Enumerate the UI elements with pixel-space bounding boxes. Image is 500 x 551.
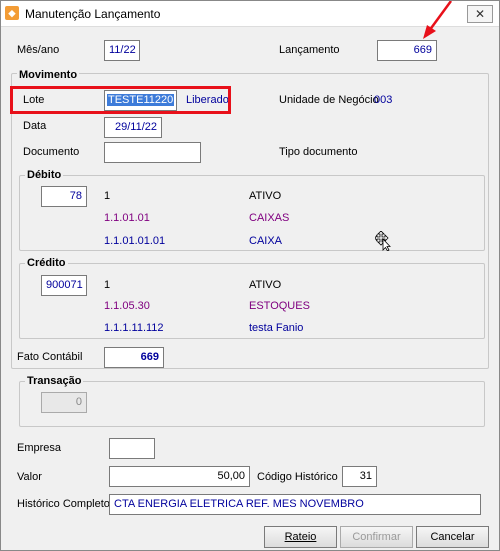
confirmar-button[interactable]: Confirmar xyxy=(340,526,413,548)
credito-desc-2: testa Fanio xyxy=(249,322,304,334)
credito-code-field[interactable]: 900071 xyxy=(41,275,87,296)
lancamento-field[interactable]: 669 xyxy=(377,40,437,61)
credito-name: ATIVO xyxy=(249,279,282,291)
tipo-documento-label: Tipo documento xyxy=(279,146,358,158)
codigo-historico-label: Código Histórico xyxy=(257,471,338,483)
credito-desc-1: ESTOQUES xyxy=(249,300,310,312)
transacao-group xyxy=(19,381,485,427)
fato-contabil-label: Fato Contábil xyxy=(17,351,83,363)
move-cursor-icon xyxy=(375,231,391,251)
rateio-button-label: Rateio xyxy=(284,531,317,543)
documento-label: Documento xyxy=(23,146,80,158)
empresa-field[interactable] xyxy=(109,438,155,459)
data-label: Data xyxy=(23,120,47,132)
cancelar-button-label: Cancelar xyxy=(430,531,475,543)
credito-title: Crédito xyxy=(25,257,68,269)
unidade-negocio-value: 003 xyxy=(374,94,393,106)
unidade-negocio-label: Unidade de Negócio xyxy=(279,94,379,106)
movimento-title: Movimento xyxy=(17,69,80,81)
confirmar-button-label: Confirmar xyxy=(352,531,401,543)
debito-name: ATIVO xyxy=(249,190,282,202)
valor-field[interactable]: 50,00 xyxy=(109,466,250,487)
mes-ano-label: Mês/ano xyxy=(17,44,60,56)
debito-code-field[interactable]: 78 xyxy=(41,186,87,207)
credito-account-2: 1.1.1.11.112 xyxy=(104,322,164,334)
credito-account-1: 1.1.05.30 xyxy=(104,300,150,312)
historico-completo-field[interactable]: CTA ENERGIA ELETRICA REF. MES NOVEMBRO xyxy=(109,494,481,515)
cancelar-button[interactable]: Cancelar xyxy=(416,526,489,548)
codigo-historico-field[interactable]: 31 xyxy=(342,466,377,487)
transacao-title: Transação xyxy=(25,375,84,387)
debito-account-2: 1.1.01.01.01 xyxy=(104,235,166,247)
mes-ano-field[interactable]: 11/22 xyxy=(104,40,140,61)
rateio-button[interactable]: Rateio xyxy=(264,526,337,548)
fato-contabil-field[interactable]: 669 xyxy=(104,347,164,368)
debito-desc-1: CAIXAS xyxy=(249,212,290,224)
dialog-window: ◆ Manutenção Lançamento ✕ Mês/ano 11/22 … xyxy=(0,0,500,551)
debito-title: Débito xyxy=(25,169,64,181)
data-field[interactable]: 29/11/22 xyxy=(104,117,162,138)
debito-level: 1 xyxy=(104,190,111,202)
debito-account-1: 1.1.01.01 xyxy=(104,212,150,224)
documento-field[interactable] xyxy=(104,142,201,163)
close-button[interactable]: ✕ xyxy=(467,5,493,23)
historico-completo-label: Histórico Completo xyxy=(17,498,110,510)
transacao-field: 0 xyxy=(41,392,87,413)
lancamento-label: Lançamento xyxy=(279,44,340,56)
credito-level: 1 xyxy=(104,279,111,291)
app-icon: ◆ xyxy=(5,6,19,20)
window-title: Manutenção Lançamento xyxy=(25,7,161,21)
red-arrow-annotation xyxy=(423,1,453,39)
debito-desc-2: CAIXA xyxy=(249,235,283,247)
red-highlight-box xyxy=(10,86,231,114)
valor-label: Valor xyxy=(17,471,42,483)
empresa-label: Empresa xyxy=(17,442,62,454)
